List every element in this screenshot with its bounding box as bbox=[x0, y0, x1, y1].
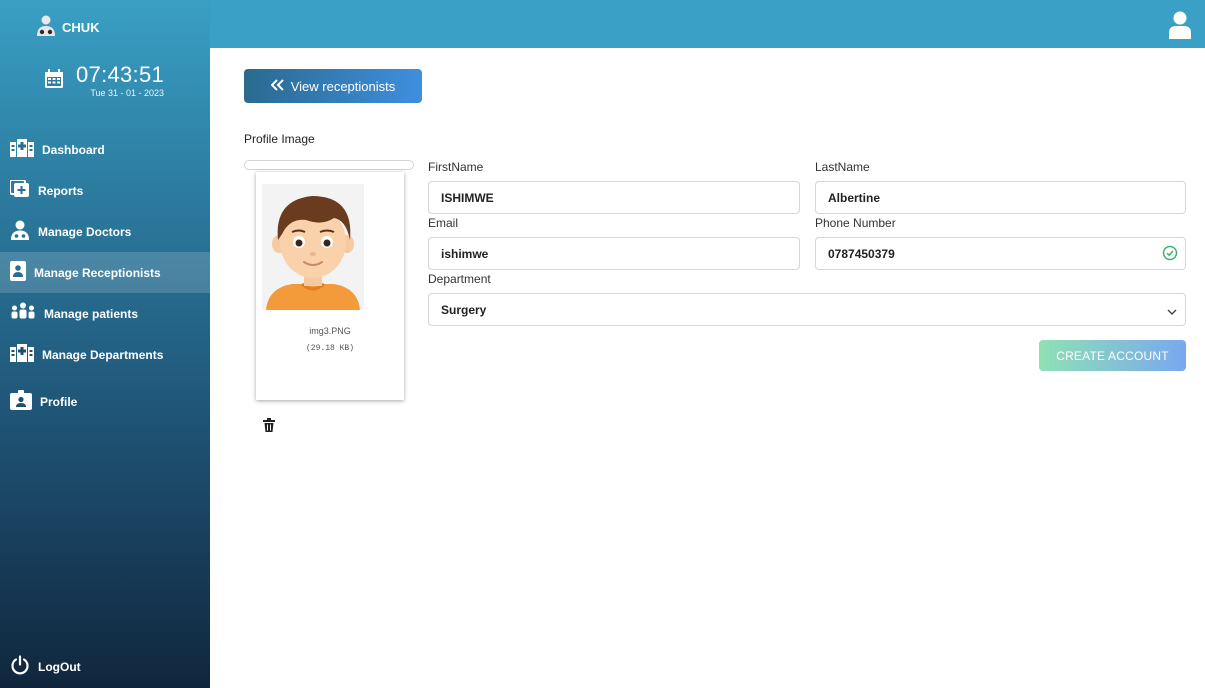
calendar-icon bbox=[44, 68, 64, 94]
sidebar-item-label: Manage Receptionists bbox=[34, 265, 161, 280]
sidebar-item-manage-receptionists[interactable]: Manage Receptionists bbox=[0, 252, 210, 293]
phone-number-label: Phone Number bbox=[815, 216, 896, 230]
power-icon bbox=[10, 655, 30, 678]
email-input[interactable] bbox=[428, 237, 800, 270]
last-name-input[interactable] bbox=[815, 181, 1186, 214]
department-label: Department bbox=[428, 272, 491, 286]
phone-number-input[interactable] bbox=[815, 237, 1186, 270]
sidebar-item-label: Manage patients bbox=[44, 306, 139, 321]
clock: 07:43:51 Tue 31 - 01 - 2023 bbox=[44, 64, 164, 98]
sidebar-item-label: Manage Doctors bbox=[38, 224, 132, 239]
clock-date: Tue 31 - 01 - 2023 bbox=[90, 88, 165, 98]
people-icon bbox=[10, 302, 36, 325]
last-name-label: LastName bbox=[815, 160, 870, 174]
sidebar-nav: Dashboard Reports Manage Doctors Manage … bbox=[0, 129, 210, 422]
report-plus-icon bbox=[9, 179, 30, 201]
chevron-down-icon bbox=[1167, 305, 1177, 319]
sidebar-item-reports[interactable]: Reports bbox=[0, 170, 210, 211]
profile-card-icon bbox=[10, 390, 32, 413]
sidebar-item-dashboard[interactable]: Dashboard bbox=[0, 129, 210, 170]
sidebar-item-label: Profile bbox=[40, 394, 78, 409]
logout-label: LogOut bbox=[38, 659, 81, 674]
hospital-icon bbox=[10, 344, 34, 365]
sidebar: CHUK 07:43:51 Tue 31 - 01 - 2023 Dashboa… bbox=[0, 0, 210, 688]
sidebar-item-label: Manage Departments bbox=[42, 347, 164, 362]
trash-icon[interactable] bbox=[263, 418, 275, 437]
view-receptionists-button[interactable]: View receptionists bbox=[244, 69, 422, 103]
create-account-button[interactable]: CREATE ACCOUNT bbox=[1039, 340, 1186, 371]
logout-button[interactable]: LogOut bbox=[10, 655, 81, 678]
brand-name: CHUK bbox=[62, 19, 100, 35]
image-file-name: img3.PNG bbox=[309, 326, 351, 336]
sidebar-item-manage-departments[interactable]: Manage Departments bbox=[0, 334, 210, 375]
first-name-input[interactable] bbox=[428, 181, 800, 214]
sidebar-item-profile[interactable]: Profile bbox=[0, 381, 210, 422]
id-badge-icon bbox=[10, 261, 26, 284]
check-circle-icon bbox=[1162, 245, 1178, 266]
doctor-icon bbox=[10, 220, 30, 243]
brand[interactable]: CHUK bbox=[36, 13, 100, 41]
department-selected-value: Surgery bbox=[441, 302, 487, 317]
email-label: Email bbox=[428, 216, 459, 230]
double-chevron-left-icon bbox=[270, 78, 285, 94]
profile-image-title: Profile Image bbox=[244, 132, 315, 146]
first-name-label: FirstName bbox=[428, 160, 484, 174]
sidebar-item-label: Reports bbox=[38, 183, 84, 198]
doctor-icon bbox=[36, 15, 56, 40]
top-bar bbox=[210, 0, 1205, 48]
sidebar-item-manage-patients[interactable]: Manage patients bbox=[0, 293, 210, 334]
department-select[interactable]: Surgery bbox=[428, 293, 1186, 326]
image-preview-card[interactable]: img3.PNG (29.18 KB) bbox=[256, 172, 404, 400]
sidebar-item-label: Dashboard bbox=[42, 142, 105, 157]
avatar bbox=[262, 184, 364, 310]
clock-time: 07:43:51 bbox=[76, 62, 165, 87]
sidebar-item-manage-doctors[interactable]: Manage Doctors bbox=[0, 211, 210, 252]
upload-progress-bar bbox=[244, 160, 414, 170]
user-icon[interactable] bbox=[1169, 11, 1191, 44]
phone-number-field bbox=[815, 237, 1186, 270]
hospital-icon bbox=[10, 139, 34, 160]
image-file-size: (29.18 KB) bbox=[305, 344, 354, 353]
view-receptionists-label: View receptionists bbox=[290, 78, 396, 94]
